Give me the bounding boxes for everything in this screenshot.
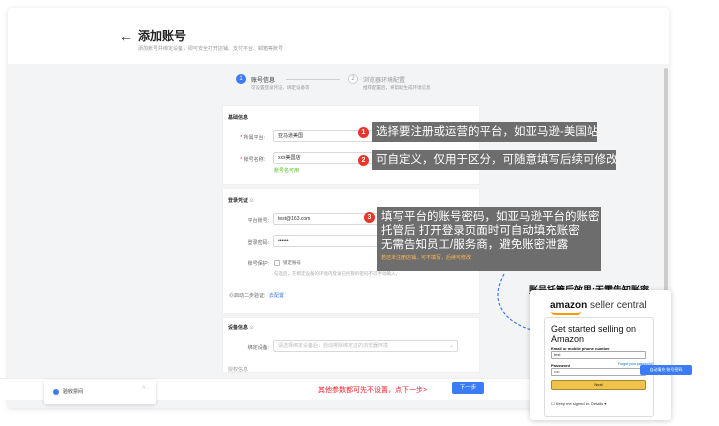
amazon-smile-icon bbox=[551, 311, 581, 315]
chevron-up-icon[interactable]: ^ bbox=[142, 386, 145, 393]
device-info-card: 设备信息 ⊙ 绑定设备: 请选择绑定设备后，自动排除绑定过的浏览器环境 ⌄ 授权… bbox=[222, 317, 480, 373]
callout-3-note: 若还未注册店铺，可不填写，后续可修改 bbox=[381, 255, 472, 261]
step-2-desc: 推荐配置后，将帮助生成环境信息 bbox=[363, 85, 431, 90]
status-dot-icon bbox=[53, 389, 59, 395]
next-button[interactable]: 下一步 bbox=[452, 382, 484, 394]
bind-device-select[interactable]: 请选择绑定设备后，自动排除绑定过的浏览器环境 bbox=[273, 340, 458, 352]
callout-3-badge: 3 bbox=[364, 212, 375, 223]
callout-2-badge: 2 bbox=[358, 155, 369, 166]
password-label: 登录密码: bbox=[247, 240, 269, 246]
amazon-heading: Get started selling on Amazon bbox=[551, 324, 637, 344]
callout-3-line-3: 无需告知员工/服务商，避免账密泄露 bbox=[381, 239, 569, 251]
page-title: 添加账号 bbox=[138, 29, 187, 43]
account-name-label: * 账号名称: bbox=[240, 157, 265, 163]
arrow-left-icon[interactable]: ← bbox=[119, 28, 133, 44]
two-step-config-link[interactable]: 去配置 bbox=[269, 292, 284, 299]
name-available-text: 账号名可用 bbox=[274, 168, 300, 174]
amazon-keep-signed-in[interactable]: ☐ Keep me signed in. Details ▾ bbox=[551, 401, 606, 406]
step-1-indicator: 1 bbox=[236, 74, 246, 84]
basic-info-title: 基础信息 bbox=[228, 115, 249, 121]
platform-account-label: 平台账号: bbox=[247, 218, 269, 224]
step-connector bbox=[286, 79, 340, 80]
help-icon: ⊙ bbox=[249, 325, 254, 331]
lock-account-checkbox[interactable] bbox=[274, 260, 280, 266]
two-step-label: ⓪启动二步验证: bbox=[229, 293, 266, 299]
lock-account-option: 锁定账号 bbox=[283, 260, 301, 265]
step-2-label: 浏览器环境配置 bbox=[363, 78, 406, 84]
lock-account-desc: 勾选后，在绑定设备的环境内登录已托管的密码不可手动输入。 bbox=[274, 271, 400, 276]
verify-label: 验收票间 bbox=[63, 389, 84, 395]
callout-1-text: 选择要注册或运营的平台，如亚马逊-美国站 bbox=[376, 126, 599, 138]
callout-2-text: 可自定义，仅用于区分，可随意填写后续可修改 bbox=[376, 154, 618, 166]
callout-3-line-2: 托管后 打开登录页面时可自动填充账密 bbox=[381, 225, 580, 237]
device-info-title: 设备信息 ⊙ bbox=[228, 325, 254, 331]
chevron-down-icon: ⌄ bbox=[449, 343, 455, 349]
amazon-email-input[interactable]: test bbox=[551, 351, 646, 359]
callout-2: 可自定义，仅用于区分，可随意填写后续可修改 bbox=[372, 150, 618, 170]
step-1-label: 账号信息 bbox=[251, 78, 276, 84]
bind-device-label: 绑定设备: bbox=[247, 345, 269, 351]
callout-1-badge: 1 bbox=[358, 127, 369, 138]
callout-3: 填写平台的账号密码，如亚马逊平台的账密 托管后 打开登录页面时可自动填充账密 无… bbox=[377, 207, 601, 271]
step-2-indicator: 2 bbox=[348, 74, 358, 84]
autofill-button[interactable]: 自动填充 账号密码 bbox=[640, 365, 692, 375]
password-input[interactable]: •••••• bbox=[273, 235, 385, 247]
protect-label: 账号保护: bbox=[247, 261, 269, 267]
amazon-logo: amazon seller central bbox=[550, 300, 647, 311]
page-header: ← 添加账号 添加账号并绑定设备，即可安全打开店铺、支付平台、邮箱等账号 bbox=[8, 8, 669, 64]
callout-3-line-1: 填写平台的账号密码，如亚马逊平台的账密 bbox=[381, 211, 600, 223]
verify-widget[interactable]: 验收票间 ^ bbox=[44, 380, 156, 404]
platform-label: * 所属平台: bbox=[240, 135, 265, 141]
login-credential-title: 登录凭证 ⊙ bbox=[228, 198, 254, 204]
authorization-title: 授权信息 bbox=[228, 367, 249, 373]
help-icon: ⊙ bbox=[249, 198, 254, 204]
page-subtitle: 添加账号并绑定设备，即可安全打开店铺、支付平台、邮箱等账号 bbox=[138, 46, 284, 52]
skip-hint: 其他参数都可先不设置，点下一步> bbox=[318, 387, 428, 394]
amazon-password-input[interactable]: •••• bbox=[551, 368, 646, 376]
callout-1: 选择要注册或运营的平台，如亚马逊-美国站 bbox=[372, 122, 599, 142]
basic-info-card: 基础信息 * 所属平台: 亚马逊美国 * 账号名称: xxx美国店 账号名可用 bbox=[222, 105, 480, 185]
amazon-next-button[interactable]: Next bbox=[551, 380, 646, 390]
step-1-desc: 可设置登录凭证、绑定设备等 bbox=[251, 85, 310, 90]
